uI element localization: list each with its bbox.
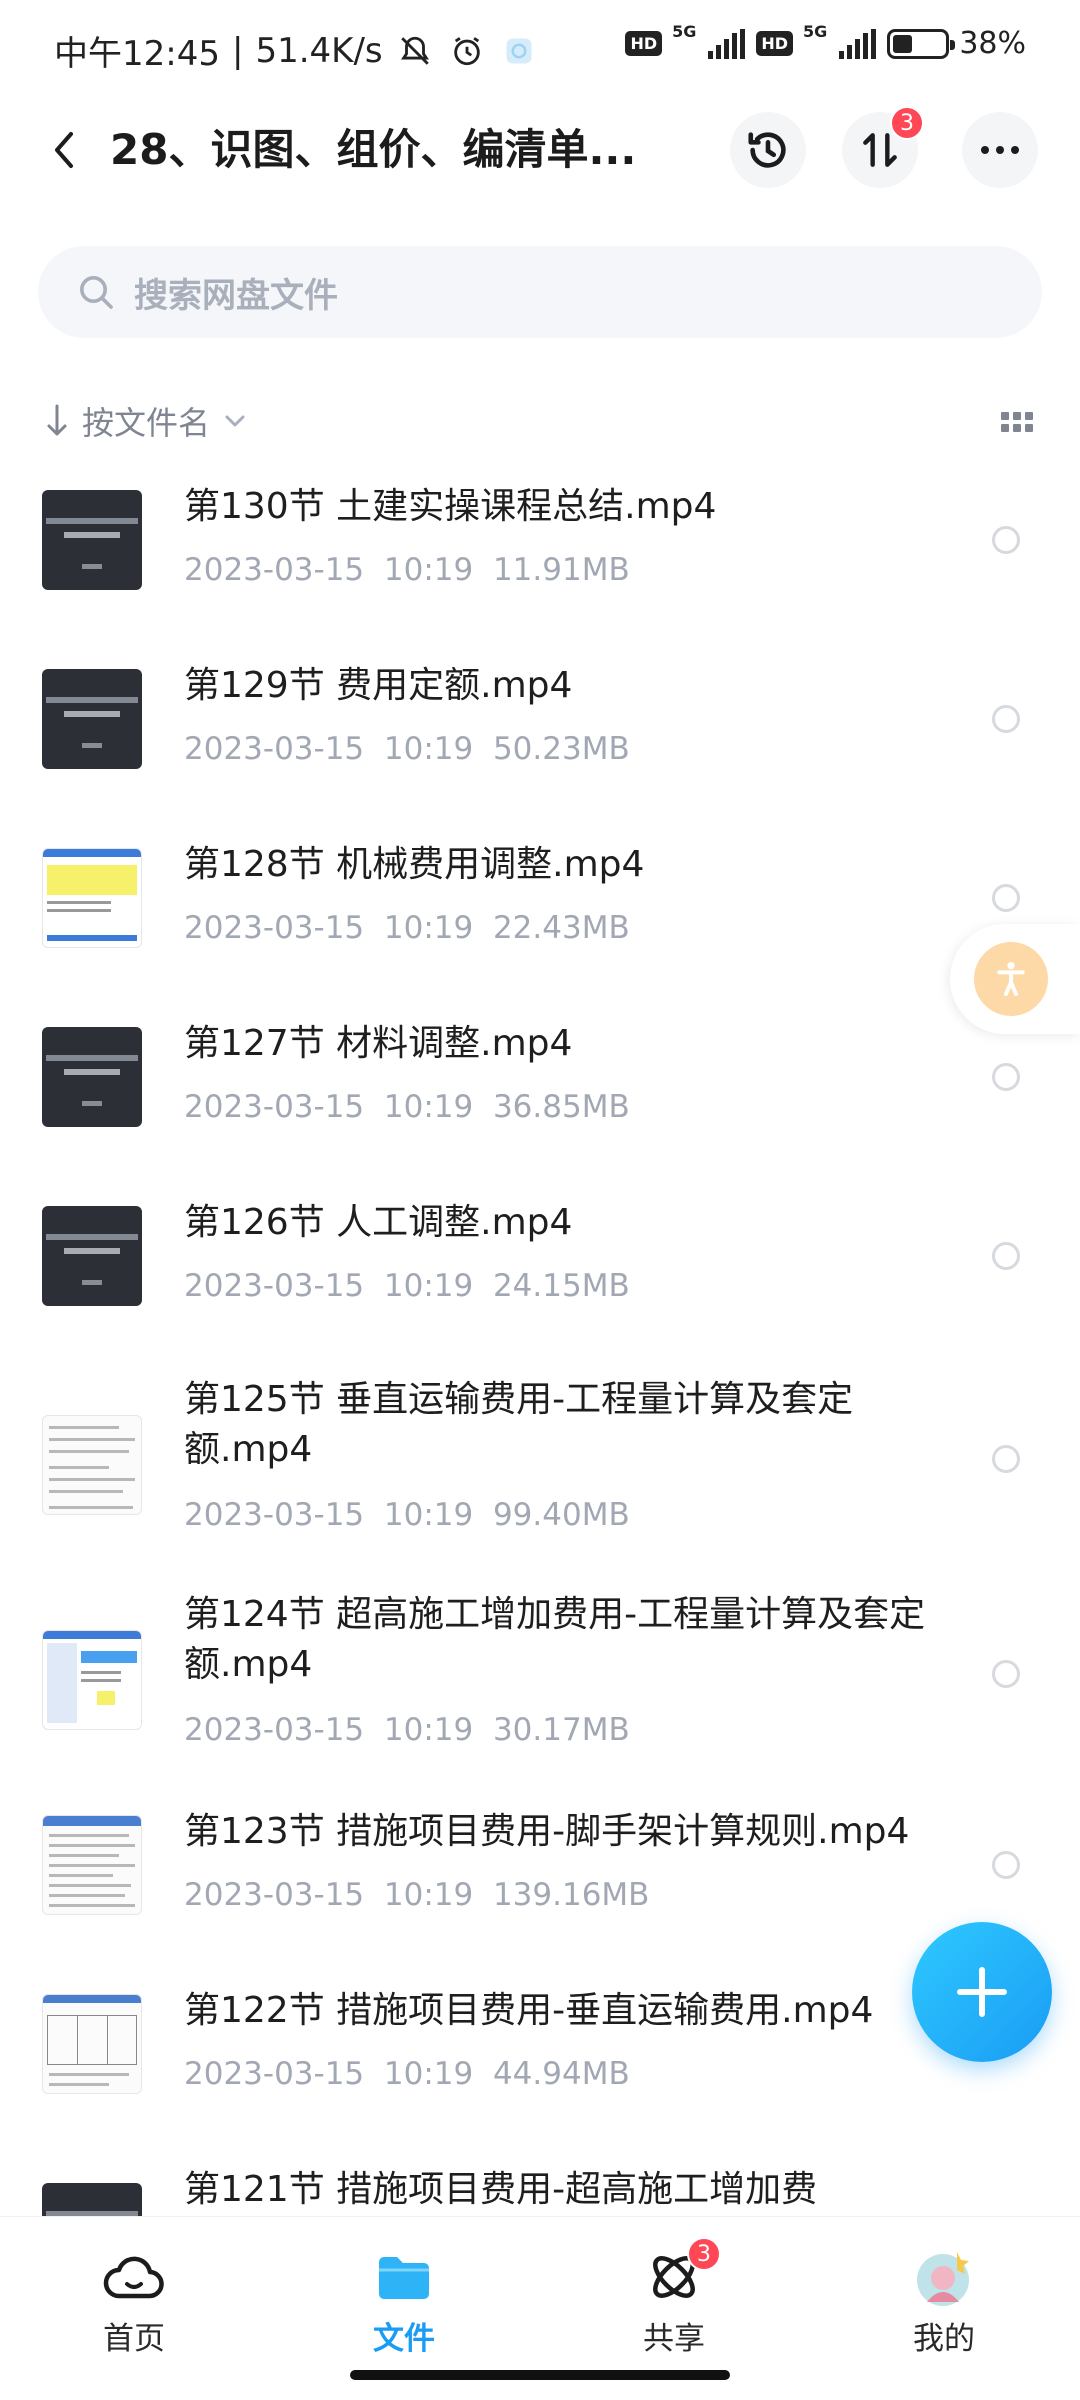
plus-icon xyxy=(957,1967,1007,2017)
more-button[interactable] xyxy=(962,112,1038,188)
video-thumbnail xyxy=(42,669,142,769)
page-title: 28、识图、组价、编清单... xyxy=(110,125,637,174)
signal-icon-2 xyxy=(839,28,877,59)
add-button[interactable] xyxy=(912,1922,1052,2062)
file-name: 第123节 措施项目费用-脚手架计算规则.mp4 xyxy=(184,1811,910,1852)
file-meta: 2023-03-15 10:19 30.17MB xyxy=(184,1712,630,1748)
grid-view-icon[interactable] xyxy=(1000,404,1034,438)
select-radio[interactable] xyxy=(992,1851,1020,1879)
hd-icon-2: HD xyxy=(756,31,794,56)
transfer-badge: 3 xyxy=(890,106,924,140)
video-thumbnail xyxy=(42,1206,142,1306)
status-time: 中午12:45 xyxy=(54,34,220,74)
chevron-left-icon xyxy=(55,132,73,168)
video-thumbnail xyxy=(42,848,142,948)
sort-label: 按文件名 xyxy=(82,404,211,442)
file-meta: 2023-03-15 10:19 24.15MB xyxy=(184,1268,630,1304)
share-badge: 3 xyxy=(687,2237,721,2271)
select-radio[interactable] xyxy=(992,526,1020,554)
tab-files[interactable]: 文件 xyxy=(334,2247,474,2357)
file-name: 第126节 人工调整.mp4 xyxy=(184,1202,573,1243)
select-radio[interactable] xyxy=(992,705,1020,733)
file-meta: 2023-03-15 10:19 11.91MB xyxy=(184,552,630,588)
file-meta: 2023-03-15 10:19 36.85MB xyxy=(184,1089,630,1125)
back-button[interactable] xyxy=(36,122,92,178)
bell-off-icon xyxy=(395,31,435,71)
transfer-button[interactable]: 3 xyxy=(842,106,924,188)
tab-home[interactable]: 首页 xyxy=(64,2247,204,2357)
sort-button[interactable]: 按文件名 xyxy=(46,398,246,444)
file-meta: 2023-03-15 10:19 139.16MB xyxy=(184,1877,650,1913)
video-thumbnail xyxy=(42,490,142,590)
battery-percent: 38% xyxy=(959,26,1026,61)
select-radio[interactable] xyxy=(992,1445,1020,1473)
avatar xyxy=(917,2252,969,2306)
file-name: 第127节 材料调整.mp4 xyxy=(184,1023,573,1064)
5g-label-2: 5G xyxy=(803,22,828,41)
history-icon xyxy=(748,132,786,168)
tab-files-label: 文件 xyxy=(373,2321,435,2357)
file-name: 第122节 措施项目费用-垂直运输费用.mp4 xyxy=(184,1990,874,2031)
file-meta: 2023-03-15 10:19 44.94MB xyxy=(184,2056,630,2092)
file-name: 第124节 超高施工增加费用-工程量计算及套定额.mp4 xyxy=(184,1594,926,1685)
status-bar: 中午12:45 | 51.4K/s HD 5G HD 5G 38% xyxy=(54,22,1026,74)
home-indicator[interactable] xyxy=(350,2370,730,2380)
search-input[interactable]: 搜索网盘文件 xyxy=(38,246,1042,338)
file-name: 第128节 机械费用调整.mp4 xyxy=(184,844,645,885)
file-meta: 2023-03-15 10:19 50.23MB xyxy=(184,731,630,767)
video-thumbnail xyxy=(42,1994,142,2094)
sort-row: 按文件名 xyxy=(0,390,1080,450)
select-radio[interactable] xyxy=(992,884,1020,912)
tab-mine[interactable]: 我的 xyxy=(874,2247,1014,2357)
accessibility-icon xyxy=(997,962,1025,996)
select-radio[interactable] xyxy=(992,1660,1020,1688)
tab-home-label: 首页 xyxy=(103,2321,165,2357)
signal-icon xyxy=(708,28,746,59)
search-icon xyxy=(80,276,113,309)
hd-icon: HD xyxy=(625,31,663,56)
video-thumbnail xyxy=(42,1027,142,1127)
history-button[interactable] xyxy=(730,112,806,188)
file-name: 第130节 土建实操课程总结.mp4 xyxy=(184,486,717,527)
video-thumbnail xyxy=(42,1415,142,1515)
chevron-down-icon xyxy=(225,415,245,427)
accessibility-button[interactable] xyxy=(950,924,1080,1034)
file-name: 第129节 费用定额.mp4 xyxy=(184,665,573,706)
arrow-down-icon xyxy=(47,404,67,436)
folder-icon xyxy=(379,2257,429,2299)
file-name: 第125节 垂直运输费用-工程量计算及套定额.mp4 xyxy=(184,1379,854,1470)
select-radio[interactable] xyxy=(992,1063,1020,1091)
alarm-icon xyxy=(447,31,487,71)
app-notification-icon xyxy=(499,31,539,71)
file-meta: 2023-03-15 10:19 99.40MB xyxy=(184,1497,630,1533)
tab-mine-label: 我的 xyxy=(913,2321,975,2357)
cloud-icon xyxy=(103,2256,164,2299)
file-name: 第121节 措施项目费用-超高施工增加费 xyxy=(184,2169,818,2210)
tab-share[interactable]: 3 共享 xyxy=(604,2237,744,2357)
select-radio[interactable] xyxy=(992,1242,1020,1270)
tab-share-label: 共享 xyxy=(643,2321,705,2357)
video-thumbnail xyxy=(42,1815,142,1915)
5g-label: 5G xyxy=(672,22,697,41)
video-thumbnail xyxy=(42,1630,142,1730)
header: 28、识图、组价、编清单... 3 xyxy=(0,100,1080,200)
search-placeholder: 搜索网盘文件 xyxy=(134,275,338,316)
battery-icon xyxy=(887,28,956,59)
more-icon xyxy=(981,146,1019,154)
status-net-speed: 51.4K/s xyxy=(255,30,383,71)
file-meta: 2023-03-15 10:19 22.43MB xyxy=(184,910,630,946)
